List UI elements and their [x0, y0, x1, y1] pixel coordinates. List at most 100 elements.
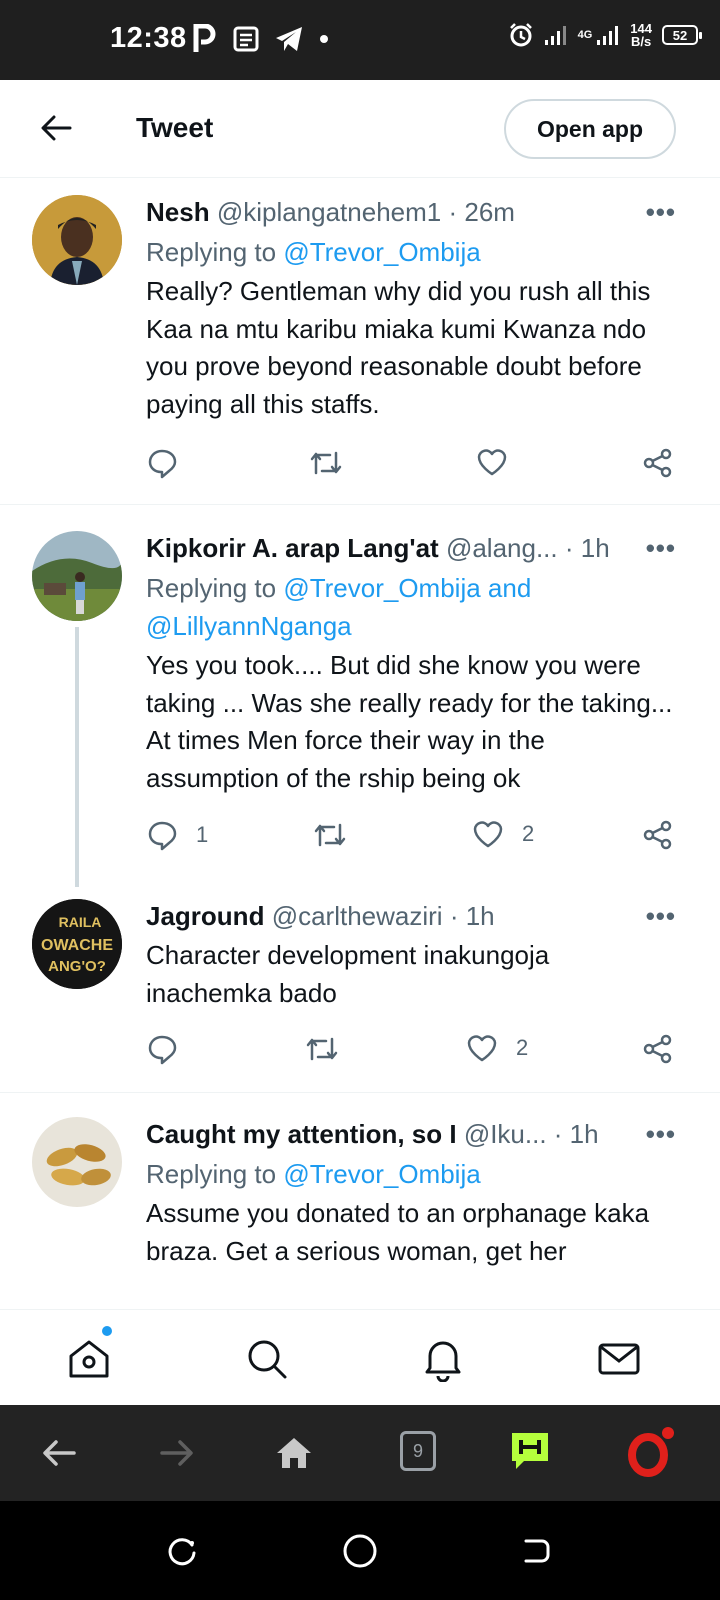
network-type: 4G	[577, 29, 593, 41]
new-content-dot	[102, 1326, 112, 1336]
top-bar: Tweet Open app	[0, 80, 720, 178]
notification-icons	[192, 24, 330, 54]
avatar[interactable]: RAILA OWACHE ANG'O?	[32, 899, 122, 989]
signal-2-icon	[597, 26, 619, 45]
retweet-icon	[306, 1037, 338, 1061]
tweet-text: Really? Gentleman why did you rush all t…	[146, 276, 651, 419]
reply-button[interactable]	[146, 447, 178, 479]
share-button[interactable]	[642, 819, 674, 851]
heart-icon	[477, 449, 507, 476]
heart-icon	[473, 821, 503, 848]
tweet-text: Assume you donated to an orphanage kaka …	[146, 1198, 650, 1266]
retweet-icon	[314, 823, 346, 847]
replying-to: Replying to @Trevor_Ombija	[146, 1155, 680, 1193]
tweet-item[interactable]: Nesh @kiplangatnehem1 · 26m Replying to …	[0, 179, 720, 505]
tab-count: 9	[412, 1440, 423, 1461]
avatar-portrait-icon	[32, 195, 122, 285]
retweet-button[interactable]	[304, 1033, 340, 1065]
home-icon[interactable]	[66, 1336, 112, 1382]
browser-home-icon[interactable]	[274, 1433, 314, 1473]
author-handle[interactable]: @kiplangatnehem1	[217, 197, 441, 227]
reply-icon	[148, 449, 177, 479]
author-handle[interactable]: @alang...	[446, 533, 558, 563]
avatar[interactable]	[32, 1117, 122, 1207]
like-button[interactable]: 2	[466, 1033, 528, 1063]
tweet-item[interactable]: Caught my attention, so I @Iku... · 1h R…	[0, 1093, 720, 1309]
avatar[interactable]	[32, 531, 122, 621]
share-button[interactable]	[642, 1033, 674, 1065]
battery-indicator: 52	[662, 25, 702, 45]
replying-to: Replying to @Trevor_Ombija and @Lillyann…	[146, 569, 680, 645]
system-back-icon[interactable]	[520, 1535, 552, 1567]
tweet-feed[interactable]: Nesh @kiplangatnehem1 · 26m Replying to …	[0, 179, 720, 1309]
more-options-icon[interactable]: •••	[646, 901, 676, 932]
like-button[interactable]	[476, 447, 508, 477]
page-title: Tweet	[136, 112, 214, 143]
recents-icon[interactable]	[166, 1535, 198, 1567]
share-icon	[643, 1034, 672, 1064]
tweet-actions	[146, 447, 686, 487]
bottom-navigation	[0, 1309, 720, 1405]
parking-notification-icon	[193, 24, 216, 52]
tweet-actions: 2	[146, 1033, 686, 1073]
replying-prefix: Replying to	[146, 1159, 284, 1189]
tabs-button[interactable]: 9	[400, 1431, 436, 1471]
tweet-header: Jaground @carlthewaziri · 1h	[146, 899, 680, 933]
bell-icon[interactable]	[420, 1336, 466, 1382]
more-options-icon[interactable]: •••	[646, 1119, 676, 1150]
battery-level: 52	[672, 27, 688, 43]
like-count: 2	[516, 1035, 529, 1060]
replying-prefix: Replying to	[146, 237, 284, 267]
more-options-icon[interactable]: •••	[646, 533, 676, 564]
reply-count: 1	[196, 822, 209, 847]
reply-button[interactable]: 1	[146, 819, 208, 851]
avatar-text-line1: RAILA	[59, 914, 102, 930]
more-options-icon[interactable]: •••	[646, 197, 676, 228]
search-icon[interactable]	[244, 1336, 290, 1382]
author-name[interactable]: Caught my attention, so I	[146, 1119, 457, 1149]
alarm-icon	[509, 23, 532, 47]
tweet-item[interactable]: Kipkorir A. arap Lang'at @alang... · 1h …	[0, 505, 720, 887]
mention-link[interactable]: @Trevor_Ombija	[283, 1159, 480, 1189]
tweet-item[interactable]: RAILA OWACHE ANG'O? Jaground @carlthewaz…	[0, 887, 720, 1093]
retweet-icon	[310, 451, 342, 475]
tweet-text: Character development inakungoja inachem…	[146, 940, 550, 1008]
tweet-time: · 26m	[448, 197, 515, 227]
author-name[interactable]: Nesh	[146, 197, 210, 227]
speed-unit: B/s	[631, 34, 652, 49]
tweet-time: · 1h	[553, 1119, 599, 1149]
tweet-header: Kipkorir A. arap Lang'at @alang... · 1h	[146, 531, 680, 565]
share-icon	[643, 448, 672, 478]
browser-forward-icon[interactable]	[156, 1433, 196, 1473]
system-indicators: 4G 144 B/s 52	[508, 22, 702, 48]
mention-link[interactable]: @Trevor_Ombija	[283, 237, 480, 267]
retweet-button[interactable]	[312, 819, 348, 851]
author-handle[interactable]: @carlthewaziri	[272, 901, 443, 931]
author-name[interactable]: Kipkorir A. arap Lang'at	[146, 533, 439, 563]
tweet-time: · 1h	[564, 533, 610, 563]
system-navigation-bar	[0, 1501, 720, 1600]
author-handle[interactable]: @Iku...	[464, 1119, 547, 1149]
home-circle-icon[interactable]	[342, 1533, 378, 1569]
browser-back-icon[interactable]	[40, 1433, 80, 1473]
opera-menu-icon[interactable]	[626, 1427, 676, 1477]
chat-icon[interactable]	[508, 1429, 552, 1473]
tweet-actions: 1 2	[146, 819, 686, 859]
mail-icon[interactable]	[596, 1336, 642, 1382]
retweet-button[interactable]	[308, 447, 344, 479]
replying-to: Replying to @Trevor_Ombija	[146, 233, 680, 271]
share-icon	[643, 820, 672, 850]
avatar[interactable]	[32, 195, 122, 285]
reply-button[interactable]	[146, 1033, 178, 1065]
open-app-button[interactable]: Open app	[504, 99, 676, 159]
status-bar: 12:38 4G 144 B/s 52	[0, 0, 720, 80]
signal-1-icon	[544, 26, 566, 45]
author-name[interactable]: Jaground	[146, 901, 264, 931]
reply-icon	[148, 821, 177, 851]
network-speed: 144 B/s	[630, 22, 652, 48]
share-button[interactable]	[642, 447, 674, 479]
back-arrow-icon[interactable]	[38, 110, 74, 146]
dot-icon	[320, 35, 328, 43]
avatar-raila-badge-icon: RAILA OWACHE ANG'O?	[32, 899, 122, 989]
like-button[interactable]: 2	[472, 819, 534, 849]
